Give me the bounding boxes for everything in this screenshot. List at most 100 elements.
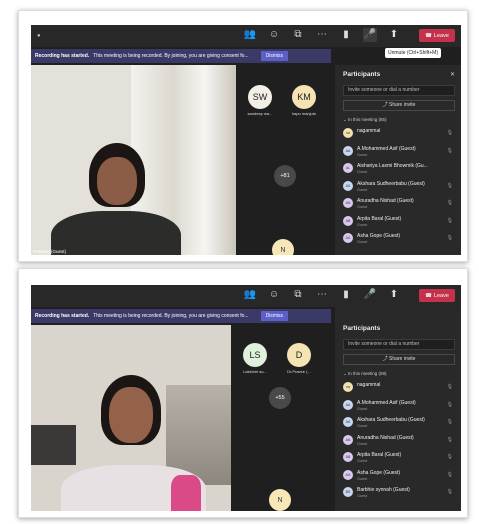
participants-icon[interactable]: 👥 [243,28,257,42]
participant-role: Guest [357,424,368,428]
meeting-toolbar: 👥 ☺ ⧉ ⋯ ▮ 🎤 ⬆ ☎ Leave [31,285,461,307]
list-item[interactable]: AB Arpita Baral (Guest) Guest 🎙 [343,213,457,231]
phone-icon: ☎ [425,292,432,299]
share-icon[interactable]: ⬆ [387,28,401,42]
gallery-avatar-n[interactable]: N [269,489,291,511]
avatar: AS [343,180,353,191]
list-item[interactable]: AN Anuradha Nishad (Guest) Guest 🎙 [343,195,457,213]
rooms-icon[interactable]: ⧉ [291,288,305,302]
screenshot-card-top: ● 👥 ☺ ⧉ ⋯ ▮ 🎤 ⬆ ☎ Leave Unmute (Ctrl+Shi… [18,10,468,262]
more-participants-button[interactable]: +81 [274,165,296,187]
gallery-avatar-2[interactable]: KM [292,85,316,109]
avatar: AB [343,452,353,462]
dismiss-button[interactable]: Dismiss [260,51,289,61]
mic-muted-icon[interactable]: 🎤 [363,288,377,302]
rooms-icon[interactable]: ⧉ [291,28,305,42]
gallery-avatar-2-label: kapu manjula [292,111,316,116]
list-item[interactable]: na nagammal 🎙 [343,125,457,143]
gallery-avatar-2[interactable]: D [287,343,311,367]
mic-off-icon: 🎙 [446,235,453,241]
list-item[interactable]: AB Arpita Baral (Guest) Guest 🎙 [343,449,457,467]
reactions-icon[interactable]: ☺ [267,28,281,42]
more-options-icon[interactable]: ⋯ [315,28,329,42]
participants-icon[interactable]: 👥 [243,288,257,302]
participant-role: Guest [357,441,368,446]
in-meeting-section[interactable]: ⌄ In this meeting (59) [343,371,387,377]
avatar: AA [343,145,353,156]
participant-role: Guest [357,205,368,209]
person-face [109,387,153,443]
gallery-avatar-1[interactable]: LS [243,343,267,367]
participant-role: Guest [357,476,368,481]
gallery-strip: SW sandeep wa... KM kapu manjula +81 N [236,65,334,255]
mic-off-icon: 🎙 [446,384,453,390]
avatar: na [343,382,353,392]
list-item[interactable]: AA A.Mohammed Asif (Guest) Guest 🎙 [343,397,457,415]
mic-off-icon: 🎙 [446,200,453,206]
list-item[interactable]: AA A.Mohammed Asif (Guest) Guest 🎙 [343,143,457,161]
list-item[interactable]: AS Akshara Sudheerbabu (Guest) Guest 🎙 [343,414,457,432]
gallery-strip: LS Lakshmi su... D Dr.Pravee (... +55 N [231,325,335,511]
person-face [97,157,137,205]
window-dot-icon: ● [37,33,41,39]
mic-off-icon: 🎙 [446,471,453,478]
list-item[interactable]: na nagammal 🎙 [343,379,457,397]
mic-off-icon: 🎙 [446,217,453,224]
avatar: AS [343,417,353,427]
invite-input[interactable]: Invite someone or dial a number [343,85,455,96]
avatar: AN [343,198,353,208]
unmute-tooltip: Unmute (Ctrl+Shift+M) [384,48,441,58]
background-screen [31,425,76,465]
mic-muted-icon[interactable]: 🎤 [363,28,377,42]
teams-meeting-window-bottom: 👥 ☺ ⧉ ⋯ ▮ 🎤 ⬆ ☎ Leave Recording has star… [31,285,461,511]
close-icon[interactable]: ✕ [450,71,455,78]
gallery-avatar-1-label: sandeep wa... [247,111,273,116]
leave-button[interactable]: ☎ Leave [419,29,455,42]
list-item[interactable]: AN Anuradha Nishad (Guest) Guest 🎙 [343,432,457,450]
gallery-avatar-1[interactable]: SW [248,85,272,109]
mic-off-icon: 🎙 [446,401,453,408]
list-item[interactable]: AG Asha Gope (Guest) Guest 🎙 [343,230,457,248]
gallery-avatar-n[interactable]: N [272,239,294,255]
list-item[interactable]: AS Akshara Sudheerbabu (Guest) Guest 🎙 [343,178,457,196]
teams-meeting-window-top: ● 👥 ☺ ⧉ ⋯ ▮ 🎤 ⬆ ☎ Leave Unmute (Ctrl+Shi… [31,25,461,255]
banner-text: This meeting is being recorded. By joini… [93,313,249,319]
participant-name: Arpita Baral (Guest) [357,452,402,458]
participant-role: Guest [357,406,368,411]
participant-name: Anuradha Nishad (Guest) [357,434,414,441]
list-item[interactable]: AG Asha Gope (Guest) Guest 🎙 [343,467,457,485]
meeting-toolbar: ● 👥 ☺ ⧉ ⋯ ▮ 🎤 ⬆ ☎ Leave [31,25,461,47]
reactions-icon[interactable]: ☺ [267,288,281,302]
participant-name: Barbhie synnah (Guest) [357,487,410,493]
in-meeting-section[interactable]: ⌄ In this meeting (85) [343,117,387,123]
participant-list: na nagammal 🎙 AA A.Mohammed Asif (Guest) Gue… [343,125,457,248]
banner-title: Recording has started. [35,53,90,59]
invite-input[interactable]: Invite someone or dial a number [343,339,455,350]
share-invite-button[interactable]: ⤴ Share invite [343,100,455,111]
participant-role: Guest [357,240,368,244]
list-item[interactable]: BS Barbhie synnah (Guest) Guest 🎙 [343,484,457,502]
camera-icon[interactable]: ▮ [339,288,353,302]
participant-name: Arpita Baral (Guest) [357,215,402,222]
leave-button[interactable]: ☎ Leave [419,289,455,302]
participant-name: Asha Gope (Guest) [357,469,401,476]
participant-role: Guest [357,170,368,174]
participant-name: A.Mohammed Asif (Guest) [357,145,416,152]
participant-name: Anuradha Nishad (Guest) [357,198,414,204]
camera-icon[interactable]: ▮ [339,28,353,42]
person-body [51,211,181,255]
list-item[interactable]: AL Aishariya Laxmi Bhowmik (Gu... Guest [343,160,457,178]
mic-off-icon: 🎙 [446,419,453,425]
avatar: AL [343,163,353,173]
phone-icon: ☎ [425,32,432,39]
avatar: AG [343,233,353,243]
participant-role: Guest [357,459,368,463]
more-options-icon[interactable]: ⋯ [315,288,329,302]
dismiss-button[interactable]: Dismiss [260,311,289,321]
share-icon[interactable]: ⬆ [387,288,401,302]
main-video [31,325,231,511]
person-scarf [171,475,201,511]
avatar: na [343,128,353,138]
share-invite-button[interactable]: ⤴ Share invite [343,354,455,365]
more-participants-button[interactable]: +55 [269,387,291,409]
